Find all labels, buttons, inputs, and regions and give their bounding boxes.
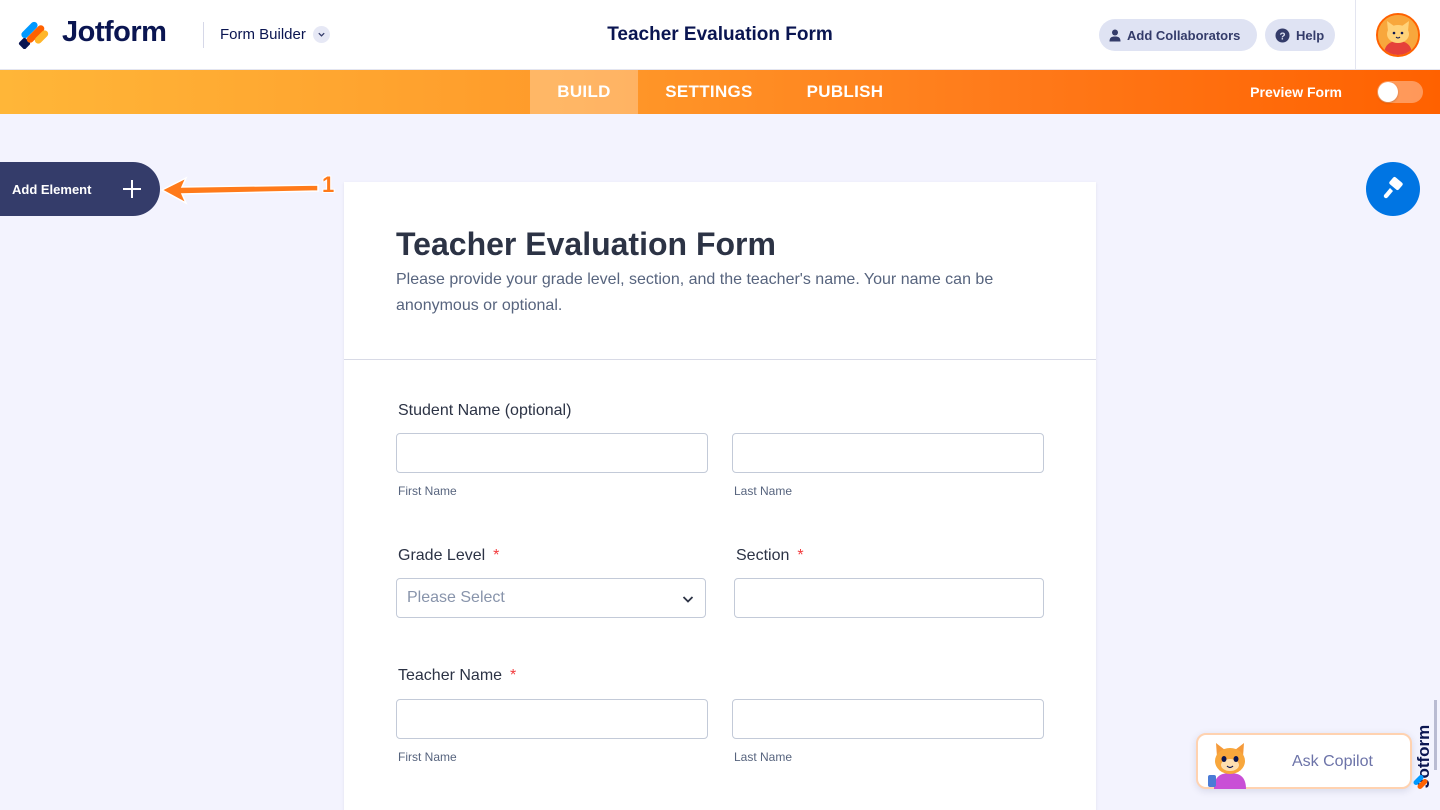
teacher-last-name-sublabel: Last Name [734, 750, 793, 764]
student-last-name-sublabel: Last Name [734, 484, 793, 498]
section-input[interactable] [734, 578, 1044, 618]
form-description[interactable]: Please provide your grade level, section… [396, 267, 1056, 319]
teacher-last-name-input[interactable] [732, 699, 1044, 739]
required-mark: * [797, 547, 804, 564]
cat-avatar-icon [1378, 15, 1418, 55]
student-last-name-input[interactable] [732, 433, 1044, 473]
help-button[interactable]: ? Help [1265, 19, 1335, 51]
add-collaborators-label: Add Collaborators [1127, 27, 1241, 43]
tab-publish[interactable]: PUBLISH [780, 70, 910, 114]
ask-copilot-label: Ask Copilot [1292, 753, 1373, 770]
ask-copilot-button[interactable]: Ask Copilot [1196, 733, 1412, 789]
student-name-label: Student Name (optional) [398, 402, 572, 419]
teacher-first-name-input[interactable] [396, 699, 708, 739]
form-title-header[interactable]: Teacher Evaluation Form [607, 24, 833, 45]
grade-level-label: Grade Level * [398, 547, 499, 565]
chevron-down-icon [682, 596, 694, 603]
plus-icon [123, 180, 141, 198]
grade-level-label-text: Grade Level [398, 547, 486, 564]
required-mark: * [493, 547, 500, 564]
section-label-text: Section [736, 547, 790, 564]
chevron-down-icon [312, 26, 330, 43]
top-header: Jotform Form Builder Teacher Evaluation … [0, 0, 1440, 70]
form-builder-label: Form Builder [220, 26, 306, 43]
form-builder-menu[interactable]: Form Builder [220, 26, 330, 43]
toggle-knob [1378, 82, 1398, 102]
annotation-arrow-icon [160, 176, 319, 205]
add-element-label: Add Element [12, 181, 92, 197]
teacher-first-name-sublabel: First Name [398, 750, 457, 764]
brand-name: Jotform [62, 16, 167, 48]
preview-form-toggle[interactable] [1377, 81, 1423, 103]
form-designer-button[interactable] [1366, 162, 1420, 216]
grade-level-select[interactable]: Please Select [396, 578, 706, 618]
form-card: Teacher Evaluation Form Please provide y… [344, 182, 1096, 810]
tab-build[interactable]: BUILD [530, 70, 638, 114]
jotform-vertical-logo-icon: Jotform [1413, 700, 1437, 789]
add-element-button[interactable]: Add Element [0, 162, 160, 216]
user-icon [1109, 29, 1121, 42]
copilot-cat-icon [1208, 743, 1246, 789]
teacher-name-label: Teacher Name * [398, 667, 516, 685]
builder-nav: BUILD SETTINGS PUBLISH Preview Form [0, 70, 1440, 114]
student-first-name-input[interactable] [396, 433, 708, 473]
step-marker: 1 [322, 172, 335, 197]
header-divider-right [1355, 0, 1356, 70]
grade-level-placeholder: Please Select [407, 589, 505, 606]
required-mark: * [510, 667, 517, 684]
paint-roller-icon [1383, 177, 1403, 199]
teacher-name-label-text: Teacher Name [398, 667, 503, 684]
form-title[interactable]: Teacher Evaluation Form [396, 226, 776, 263]
jotform-logo[interactable]: Jotform [18, 16, 167, 49]
svg-text:?: ? [1279, 31, 1285, 42]
header-divider [203, 22, 204, 48]
avatar[interactable] [1376, 13, 1420, 57]
form-header-section[interactable]: Teacher Evaluation Form Please provide y… [344, 182, 1096, 360]
question-circle-icon: ? [1275, 28, 1290, 43]
tab-settings[interactable]: SETTINGS [638, 70, 780, 114]
help-label: Help [1296, 27, 1325, 43]
section-label: Section * [736, 547, 804, 565]
student-first-name-sublabel: First Name [398, 484, 457, 498]
add-collaborators-button[interactable]: Add Collaborators [1099, 19, 1257, 51]
jotform-logo-icon [18, 21, 49, 49]
preview-form-label: Preview Form [1250, 84, 1342, 100]
